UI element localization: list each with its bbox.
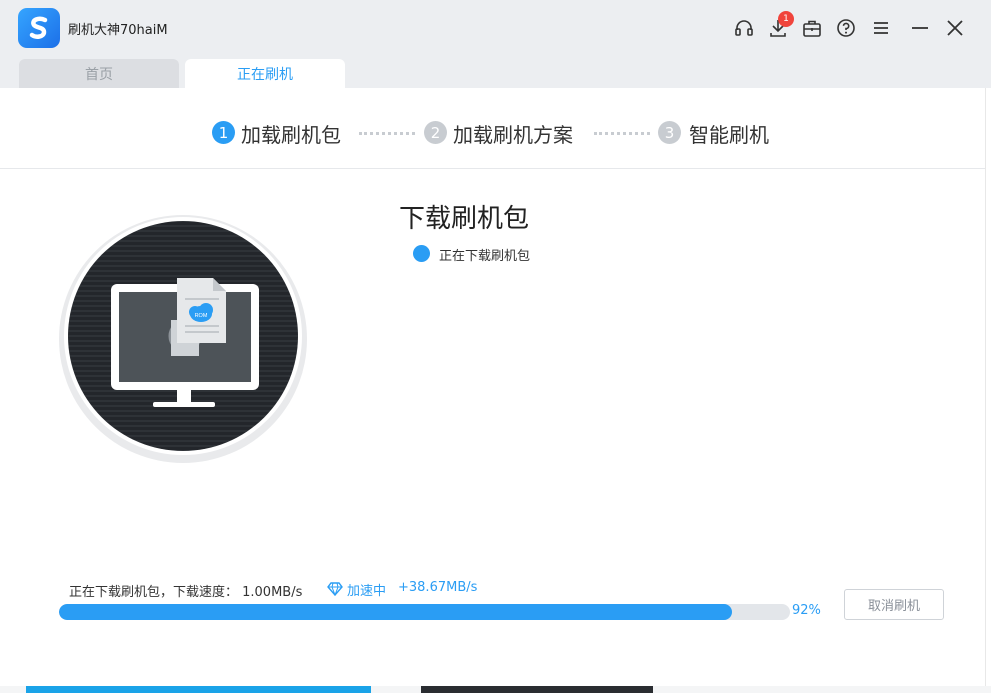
- help-icon: [837, 19, 855, 37]
- taskbar-item-dark: [421, 686, 653, 693]
- step-connector-2: [594, 132, 650, 135]
- help-button[interactable]: [832, 14, 860, 42]
- step-1-label: 加载刷机包: [241, 123, 341, 147]
- step-connector-1: [359, 132, 415, 135]
- window-edge: [985, 88, 991, 693]
- rom-label: ROM: [195, 313, 208, 319]
- taskbar-item-blue: [26, 686, 371, 693]
- monitor-neck: [177, 390, 191, 404]
- menu-icon: [874, 22, 888, 34]
- tab-flashing[interactable]: 正在刷机: [185, 59, 345, 88]
- close-button[interactable]: [941, 14, 969, 42]
- section-title: 下载刷机包: [399, 204, 530, 234]
- menu-button[interactable]: [867, 14, 895, 42]
- minimize-icon: [912, 27, 928, 29]
- tab-home[interactable]: 首页: [19, 59, 179, 88]
- step-3-number: 3: [658, 121, 681, 144]
- minimize-button[interactable]: [906, 14, 934, 42]
- download-badge: 1: [778, 11, 794, 27]
- close-icon: [947, 20, 963, 36]
- status-dot: [413, 245, 430, 262]
- app-title: 刷机大神70haiM: [68, 23, 168, 38]
- headset-icon: [735, 20, 753, 36]
- step-3-label: 智能刷机: [689, 123, 769, 147]
- step-2-number: 2: [424, 121, 447, 144]
- download-speed-info: 正在下载刷机包，下载速度： 1.00MB/s: [69, 585, 303, 600]
- progress-bar: [59, 604, 790, 620]
- progress-percent: 92%: [792, 603, 821, 618]
- toolbox-icon: [803, 20, 821, 37]
- download-button[interactable]: 1: [764, 11, 794, 42]
- monitor-base: [153, 402, 215, 407]
- app-logo-icon: [29, 16, 48, 39]
- accel-speed: +38.67MB/s: [398, 580, 478, 595]
- accel-label[interactable]: 加速中: [347, 580, 386, 599]
- toolbox-button[interactable]: [798, 14, 826, 42]
- headset-button[interactable]: [730, 14, 758, 42]
- download-illustration: ROM: [59, 215, 307, 463]
- step-1-number: 1: [212, 121, 235, 144]
- diamond-icon: [327, 582, 343, 596]
- progress-bar-fill: [59, 604, 732, 620]
- cancel-flash-button[interactable]: 取消刷机: [844, 589, 944, 620]
- status-text: 正在下载刷机包: [439, 249, 531, 264]
- app-logo: [18, 8, 60, 48]
- step-2-label: 加载刷机方案: [453, 123, 573, 147]
